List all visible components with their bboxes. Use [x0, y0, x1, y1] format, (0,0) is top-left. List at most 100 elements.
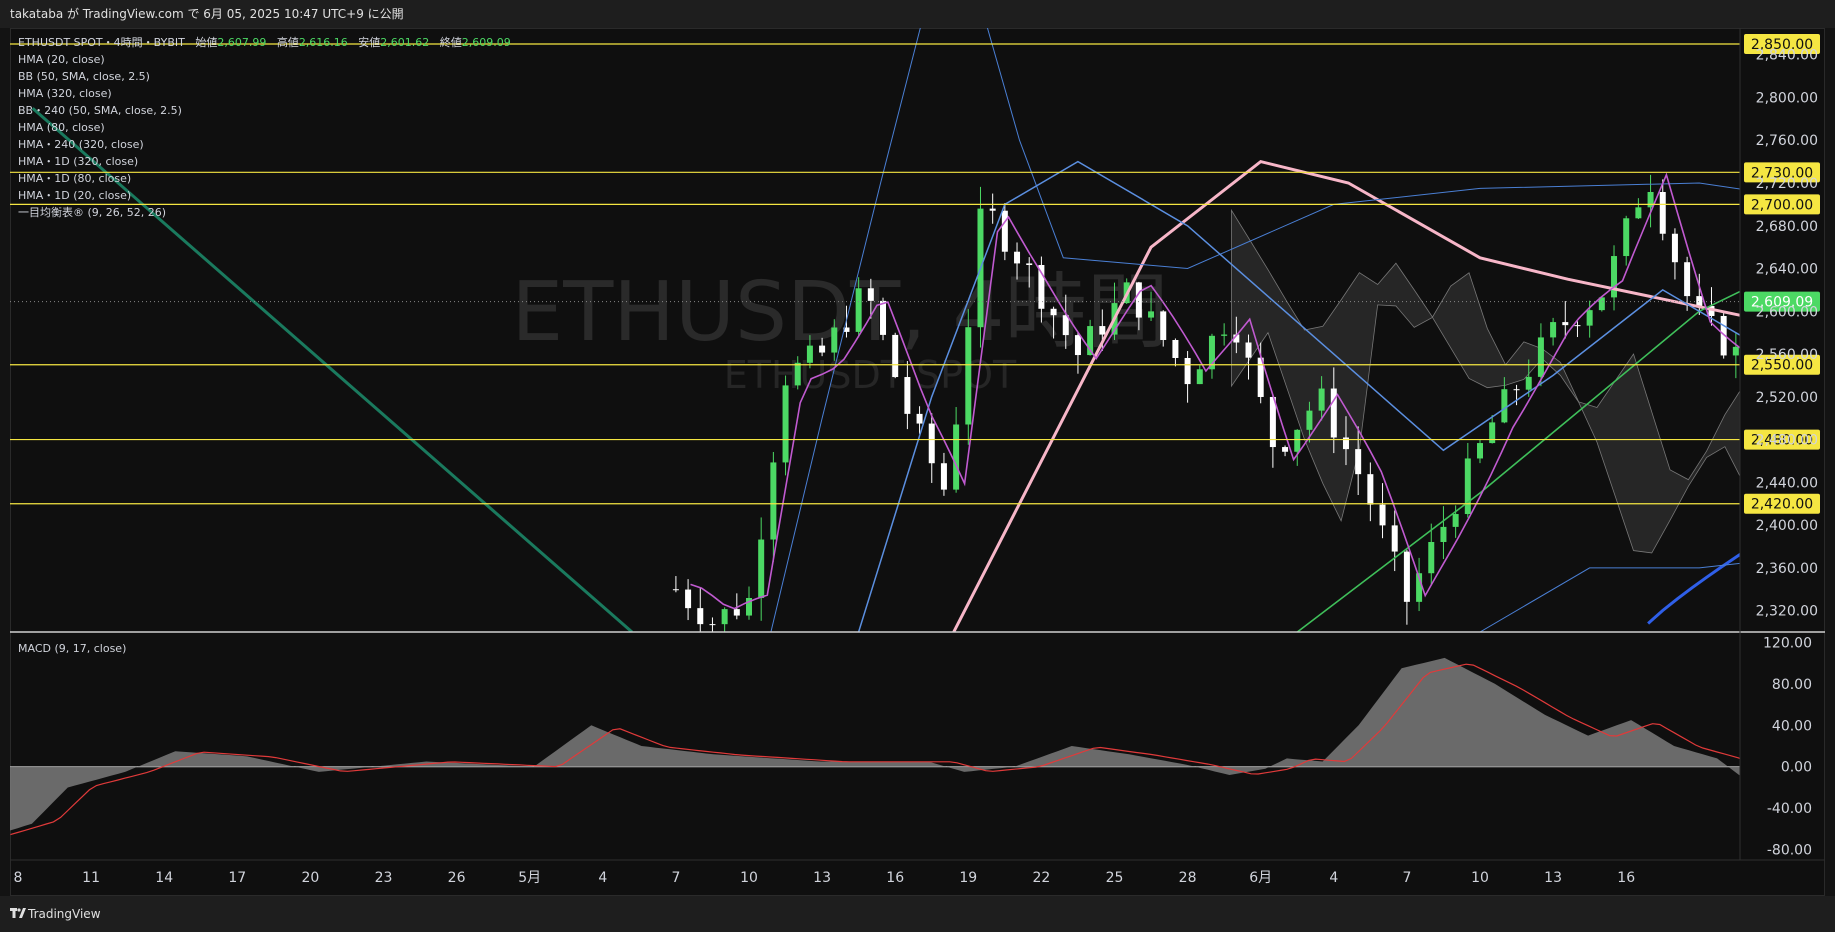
candle-body [1355, 449, 1362, 475]
candle-body [685, 589, 692, 609]
candle-body [806, 345, 813, 363]
indicator-list: HMA (20, close) BB (50, SMA, close, 2.5) H… [18, 51, 511, 221]
time-axis[interactable]: 8 11 14 17 20 23 26 5月 4 7 10 13 16 19 22 25 28 6月 4 7 10 13 1… [14, 870, 1636, 886]
indicator-label[interactable]: HMA (80, close) [18, 119, 511, 136]
candle-body [989, 208, 996, 211]
time-tick-label: 5月 [518, 870, 541, 886]
high-label: 高値 [276, 36, 299, 49]
time-tick-label: 16 [886, 870, 904, 886]
candle-body [1501, 389, 1508, 423]
price-tick-label: 2,760.00 [1756, 133, 1818, 149]
macd-tick-label: 80.00 [1772, 677, 1812, 693]
candle-body [1050, 308, 1057, 316]
candle-body [672, 589, 679, 591]
indicator-label[interactable]: BB (50, SMA, close, 2.5) [18, 68, 511, 85]
candle-body [1440, 526, 1447, 543]
candle-body [758, 539, 765, 598]
level-price-tag: 2,700.00 [1744, 194, 1820, 215]
candle-body [867, 288, 874, 301]
candle-body [1671, 233, 1678, 263]
time-tick-label: 22 [1032, 870, 1050, 886]
time-tick-label: 16 [1617, 870, 1635, 886]
low-value: 2,601.62 [380, 36, 430, 49]
candle-body [892, 334, 899, 378]
candle-body [1732, 346, 1739, 356]
time-tick-label: 14 [155, 870, 173, 886]
candle-body [1659, 191, 1666, 234]
candle-body [1830, 414, 1835, 427]
indicator-label[interactable]: HMA・240 (320, close) [18, 136, 511, 153]
time-tick-label: 11 [82, 870, 100, 886]
macd-axis[interactable]: 120.00 80.00 40.00 0.00 -40.00 -80.00 [1763, 635, 1812, 858]
time-tick-label: 10 [740, 870, 758, 886]
candle-body [1586, 310, 1593, 326]
time-tick-label: 23 [375, 870, 393, 886]
candle-body [1196, 369, 1203, 385]
price-tick-label: 2,800.00 [1756, 90, 1818, 106]
candle-body [1001, 210, 1008, 252]
candle-body [697, 608, 704, 625]
macd-pane [10, 657, 1740, 836]
time-tick-label: 7 [1402, 870, 1411, 886]
candle-body [1294, 429, 1301, 452]
candle-body [1525, 376, 1532, 390]
candle-body [1367, 474, 1374, 505]
candle-body [1014, 251, 1021, 264]
macd-tick-label: 120.00 [1763, 635, 1812, 651]
candle-body [1550, 322, 1557, 338]
candle-body [831, 327, 838, 353]
candle-body [965, 327, 972, 425]
indicator-label[interactable]: BB・240 (50, SMA, close, 2.5) [18, 102, 511, 119]
close-value: 2,609.09 [461, 36, 511, 49]
level-price-tag: 2,420.00 [1744, 493, 1820, 514]
candle-body [940, 463, 947, 490]
time-tick-label: 13 [813, 870, 831, 886]
candle-body [1452, 514, 1459, 527]
chart-legend: ETHUSDT SPOT・4時間・BYBIT 始値2,607.99 高値2,61… [18, 34, 511, 221]
footer-brand[interactable]: TradingView [28, 907, 101, 921]
indicator-label[interactable]: HMA (320, close) [18, 85, 511, 102]
candle-body [1172, 339, 1179, 358]
time-tick-label: 28 [1179, 870, 1197, 886]
high-value: 2,616.16 [298, 36, 348, 49]
candle-body [1282, 447, 1289, 452]
indicator-label[interactable]: HMA・1D (20, close) [18, 187, 511, 204]
indicator-label[interactable]: 一目均衡表® (9, 26, 52, 26) [18, 204, 511, 221]
candle-body [1379, 504, 1386, 526]
candle-body [1611, 256, 1618, 298]
candle-body [770, 462, 777, 540]
candle-body [1574, 325, 1581, 327]
candle-body [709, 624, 716, 626]
bb-upper-line-2 [986, 28, 1740, 270]
candle-body [880, 300, 887, 335]
candle-body [1160, 311, 1167, 340]
open-value: 2,607.99 [217, 36, 267, 49]
candle-body [794, 362, 801, 386]
indicator-label[interactable]: HMA・1D (320, close) [18, 153, 511, 170]
candle-body [1391, 525, 1398, 552]
indicator-label[interactable]: HMA・1D (80, close) [18, 170, 511, 187]
candle-body [1184, 357, 1191, 385]
price-tick-label: 2,520.00 [1756, 390, 1818, 406]
price-tick-label: 2,360.00 [1756, 561, 1818, 577]
candle-body [1074, 335, 1081, 356]
candle-body [1647, 191, 1654, 208]
watermark-sub: ETHUSDT SPOT [724, 353, 1017, 397]
macd-tick-label: -80.00 [1767, 843, 1812, 859]
level-tag-label: 2,420.00 [1751, 497, 1813, 513]
candle-body [1026, 263, 1033, 265]
candle-body [1635, 207, 1642, 219]
candle-body [916, 413, 923, 424]
price-tick-label: 2,680.00 [1756, 219, 1818, 235]
candle-body [721, 609, 728, 625]
macd-histogram [10, 657, 1740, 831]
price-tick-label: 2,640.00 [1756, 262, 1818, 278]
candle-body [1135, 282, 1142, 318]
price-axis[interactable]: 2,320.00 2,360.00 2,400.00 2,440.00 2,480.00… [1756, 48, 1818, 620]
candle-body [1245, 342, 1252, 358]
symbol-line: ETHUSDT SPOT・4時間・BYBIT 始値2,607.99 高値2,61… [18, 34, 511, 51]
indicator-label[interactable]: HMA (20, close) [18, 51, 511, 68]
candle-body [1818, 414, 1824, 427]
macd-tick-label: -40.00 [1767, 801, 1812, 817]
candle-body [782, 385, 789, 463]
